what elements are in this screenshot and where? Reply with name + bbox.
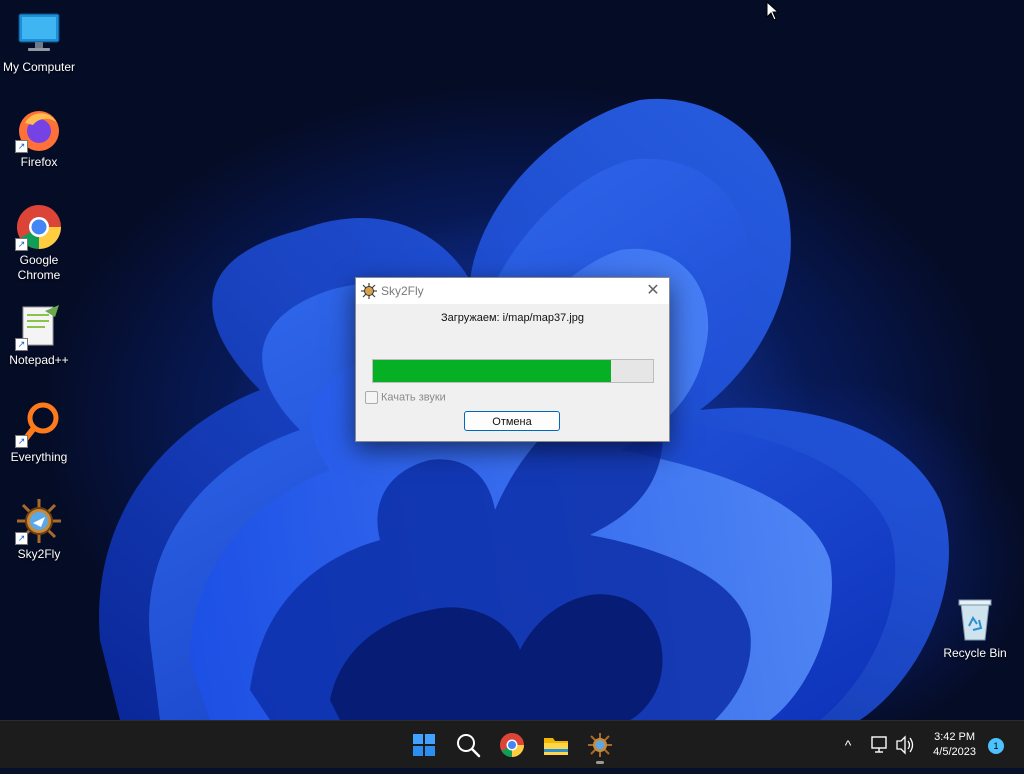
desktop-icon-sky2fly[interactable]: ↗ Sky2Fly	[0, 497, 78, 562]
desktop-icon-label: Firefox	[20, 155, 58, 169]
cancel-button[interactable]: Отмена	[464, 411, 560, 431]
download-sounds-checkbox-row[interactable]: Качать звуки	[365, 391, 446, 405]
download-status-text: Загружаем: i/map/map37.jpg	[441, 312, 584, 324]
desktop-icon-my-computer[interactable]: My Computer	[0, 10, 78, 75]
taskbar-chrome[interactable]	[496, 729, 528, 761]
taskbar: ^ 3:42 PM 4/5/2023 1	[0, 720, 1024, 768]
desktop-icon-label: My Computer	[2, 60, 76, 74]
mouse-cursor-icon	[766, 1, 780, 21]
desktop-icon-recycle-bin[interactable]: Recycle Bin	[936, 596, 1014, 661]
show-hidden-icons-button[interactable]: ^	[838, 721, 858, 769]
taskbar-file-explorer[interactable]	[540, 729, 572, 761]
desktop-icon-everything[interactable]: ↗ Everything	[0, 400, 78, 465]
dialog-title: Sky2Fly	[381, 284, 424, 298]
clock-time: 3:42 PM	[934, 731, 976, 743]
desktop-icon-firefox[interactable]: ↗ Firefox	[0, 105, 78, 170]
search-icon	[457, 734, 481, 758]
clock-date: 4/5/2023	[933, 746, 976, 758]
desktop-icon-label: Sky2Fly	[17, 547, 61, 561]
magnifier-icon: ↗	[15, 400, 63, 448]
download-sounds-label: Качать звуки	[381, 391, 446, 404]
shortcut-arrow-icon: ↗	[15, 532, 28, 545]
shortcut-arrow-icon: ↗	[15, 338, 28, 351]
recycle-bin-icon	[951, 596, 999, 644]
chrome-icon: ↗	[15, 203, 63, 251]
shortcut-arrow-icon: ↗	[15, 435, 28, 448]
monitor-icon	[15, 10, 63, 58]
desktop-icon-label: Notepad++	[9, 353, 69, 367]
taskbar-clock[interactable]: 3:42 PM 4/5/2023	[933, 730, 976, 760]
close-button[interactable]: ✕	[637, 278, 669, 304]
notification-badge[interactable]: 1	[988, 738, 1004, 754]
download-progress-bar	[372, 359, 654, 383]
desktop-icon-label: Everything	[10, 450, 68, 464]
notepadpp-icon: ↗	[15, 303, 63, 351]
sky2fly-icon	[588, 733, 612, 757]
desktop-icon-label: Recycle Bin	[943, 646, 1007, 660]
progress-fill	[373, 360, 611, 382]
shortcut-arrow-icon: ↗	[15, 140, 28, 153]
desktop-icon-notepadpp[interactable]: ↗ Notepad++	[0, 303, 78, 368]
desktop-icon-label: Google Chrome	[17, 253, 61, 282]
desktop-icon-google-chrome[interactable]: ↗ Google Chrome	[0, 203, 78, 283]
network-icon[interactable]	[870, 721, 890, 769]
shortcut-arrow-icon: ↗	[15, 238, 28, 251]
start-button[interactable]	[408, 729, 440, 761]
volume-icon[interactable]	[894, 721, 916, 769]
sky2fly-icon	[361, 283, 377, 299]
dialog-titlebar[interactable]: Sky2Fly ✕	[356, 278, 669, 304]
sky2fly-icon: ↗	[15, 497, 63, 545]
file-explorer-icon	[544, 738, 568, 755]
start-icon	[413, 734, 435, 756]
running-indicator	[596, 761, 604, 764]
search-button[interactable]	[452, 729, 484, 761]
download-sounds-checkbox[interactable]	[365, 391, 378, 404]
sky2fly-download-dialog: Sky2Fly ✕ Загружаем: i/map/map37.jpg Кач…	[355, 277, 670, 442]
taskbar-sky2fly[interactable]	[584, 729, 616, 764]
chrome-icon	[500, 733, 524, 758]
firefox-icon: ↗	[15, 105, 63, 153]
